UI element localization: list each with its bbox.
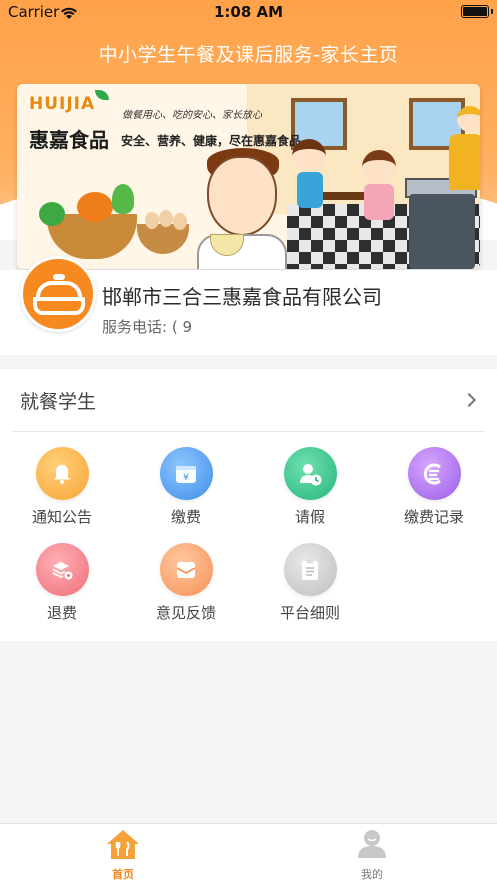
menu-item-label: 请假 [294, 508, 325, 526]
company-phone[interactable]: 服务电话: ( 9 [102, 316, 192, 337]
envelope-icon [159, 543, 213, 596]
record-icon [407, 447, 461, 500]
chef-illustration [457, 106, 480, 132]
egg-illustration [173, 213, 187, 230]
svg-text:¥: ¥ [183, 473, 189, 483]
boy-illustration [207, 156, 277, 236]
pot-logo-icon [20, 256, 96, 332]
vegetable-illustration [39, 202, 65, 226]
user-clock-icon [283, 447, 337, 500]
chevron-right-icon[interactable] [461, 392, 477, 408]
menu-item-pay[interactable]: ¥ 缴费 [136, 447, 236, 527]
menu-item-feedback[interactable]: 意见反馈 [136, 543, 236, 623]
egg-illustration [145, 212, 159, 229]
page-title: 中小学生午餐及课后服务-家长主页 [98, 44, 399, 66]
layers-gear-icon [35, 543, 89, 596]
child-illustration [292, 139, 326, 173]
battery-icon [461, 5, 493, 18]
menu-item-label: 缴费 [170, 508, 201, 526]
home-icon [106, 828, 140, 864]
clock: 1:08 AM [213, 3, 284, 21]
menu-item-label: 通知公告 [31, 508, 92, 526]
tab-mine-label: 我的 [361, 868, 383, 881]
tab-home-label: 首页 [112, 868, 134, 881]
menu-item-label: 意见反馈 [155, 604, 216, 622]
tab-bar: 首页 我的 [0, 823, 497, 883]
promo-banner[interactable]: HUIJIA 惠嘉食品 做餐用心、吃的安心、家长放心 安全、营养、健康，尽在惠嘉… [17, 84, 480, 269]
menu-item-leave[interactable]: 请假 [260, 447, 360, 527]
menu-item-refund[interactable]: 退费 [12, 543, 112, 623]
menu-item-label: 缴费记录 [403, 508, 464, 526]
menu-item-notice[interactable]: 通知公告 [12, 447, 112, 527]
menu-item-rules[interactable]: 平台细则 [260, 543, 360, 623]
pot-knob [53, 274, 65, 280]
user-icon [355, 828, 389, 864]
wallet-icon: ¥ [159, 447, 213, 500]
pot-body [33, 297, 85, 315]
child-body-illustration [297, 172, 323, 208]
banner-logo-cn: 惠嘉食品 [29, 128, 109, 152]
banner-slogan-handwritten: 做餐用心、吃的安心、家长放心 [122, 110, 262, 121]
child-body-illustration [364, 184, 394, 220]
chef-body-illustration [449, 134, 480, 190]
child-illustration [362, 150, 396, 184]
menu-item-label: 退费 [46, 604, 77, 622]
leaf-icon [95, 90, 109, 100]
menu-item-label: 平台细则 [279, 604, 340, 622]
vegetable-illustration [112, 184, 134, 214]
company-name: 邯郸市三合三惠嘉食品有限公司 [102, 285, 382, 309]
student-section: 就餐学生 通知公告 ¥ 缴费 请假 缴费记录 退费 意见反馈 平台细则 [0, 369, 497, 641]
menu-item-pay-record[interactable]: 缴费记录 [384, 447, 484, 527]
pot-lid [36, 281, 82, 297]
tab-home[interactable]: 首页 [63, 828, 183, 882]
egg-illustration [159, 210, 173, 227]
banner-slogan: 安全、营养、健康，尽在惠嘉食品 [121, 134, 302, 148]
food-counter-base-illustration [409, 194, 475, 269]
status-bar: Carrier 1:08 AM [0, 0, 497, 24]
tab-mine[interactable]: 我的 [312, 828, 432, 882]
bell-icon [35, 447, 89, 500]
clipboard-icon [283, 543, 337, 596]
pumpkin-illustration [77, 192, 113, 222]
banner-logo-en: HUIJIA [29, 94, 96, 114]
divider [12, 431, 485, 432]
section-title: 就餐学生 [20, 391, 97, 413]
